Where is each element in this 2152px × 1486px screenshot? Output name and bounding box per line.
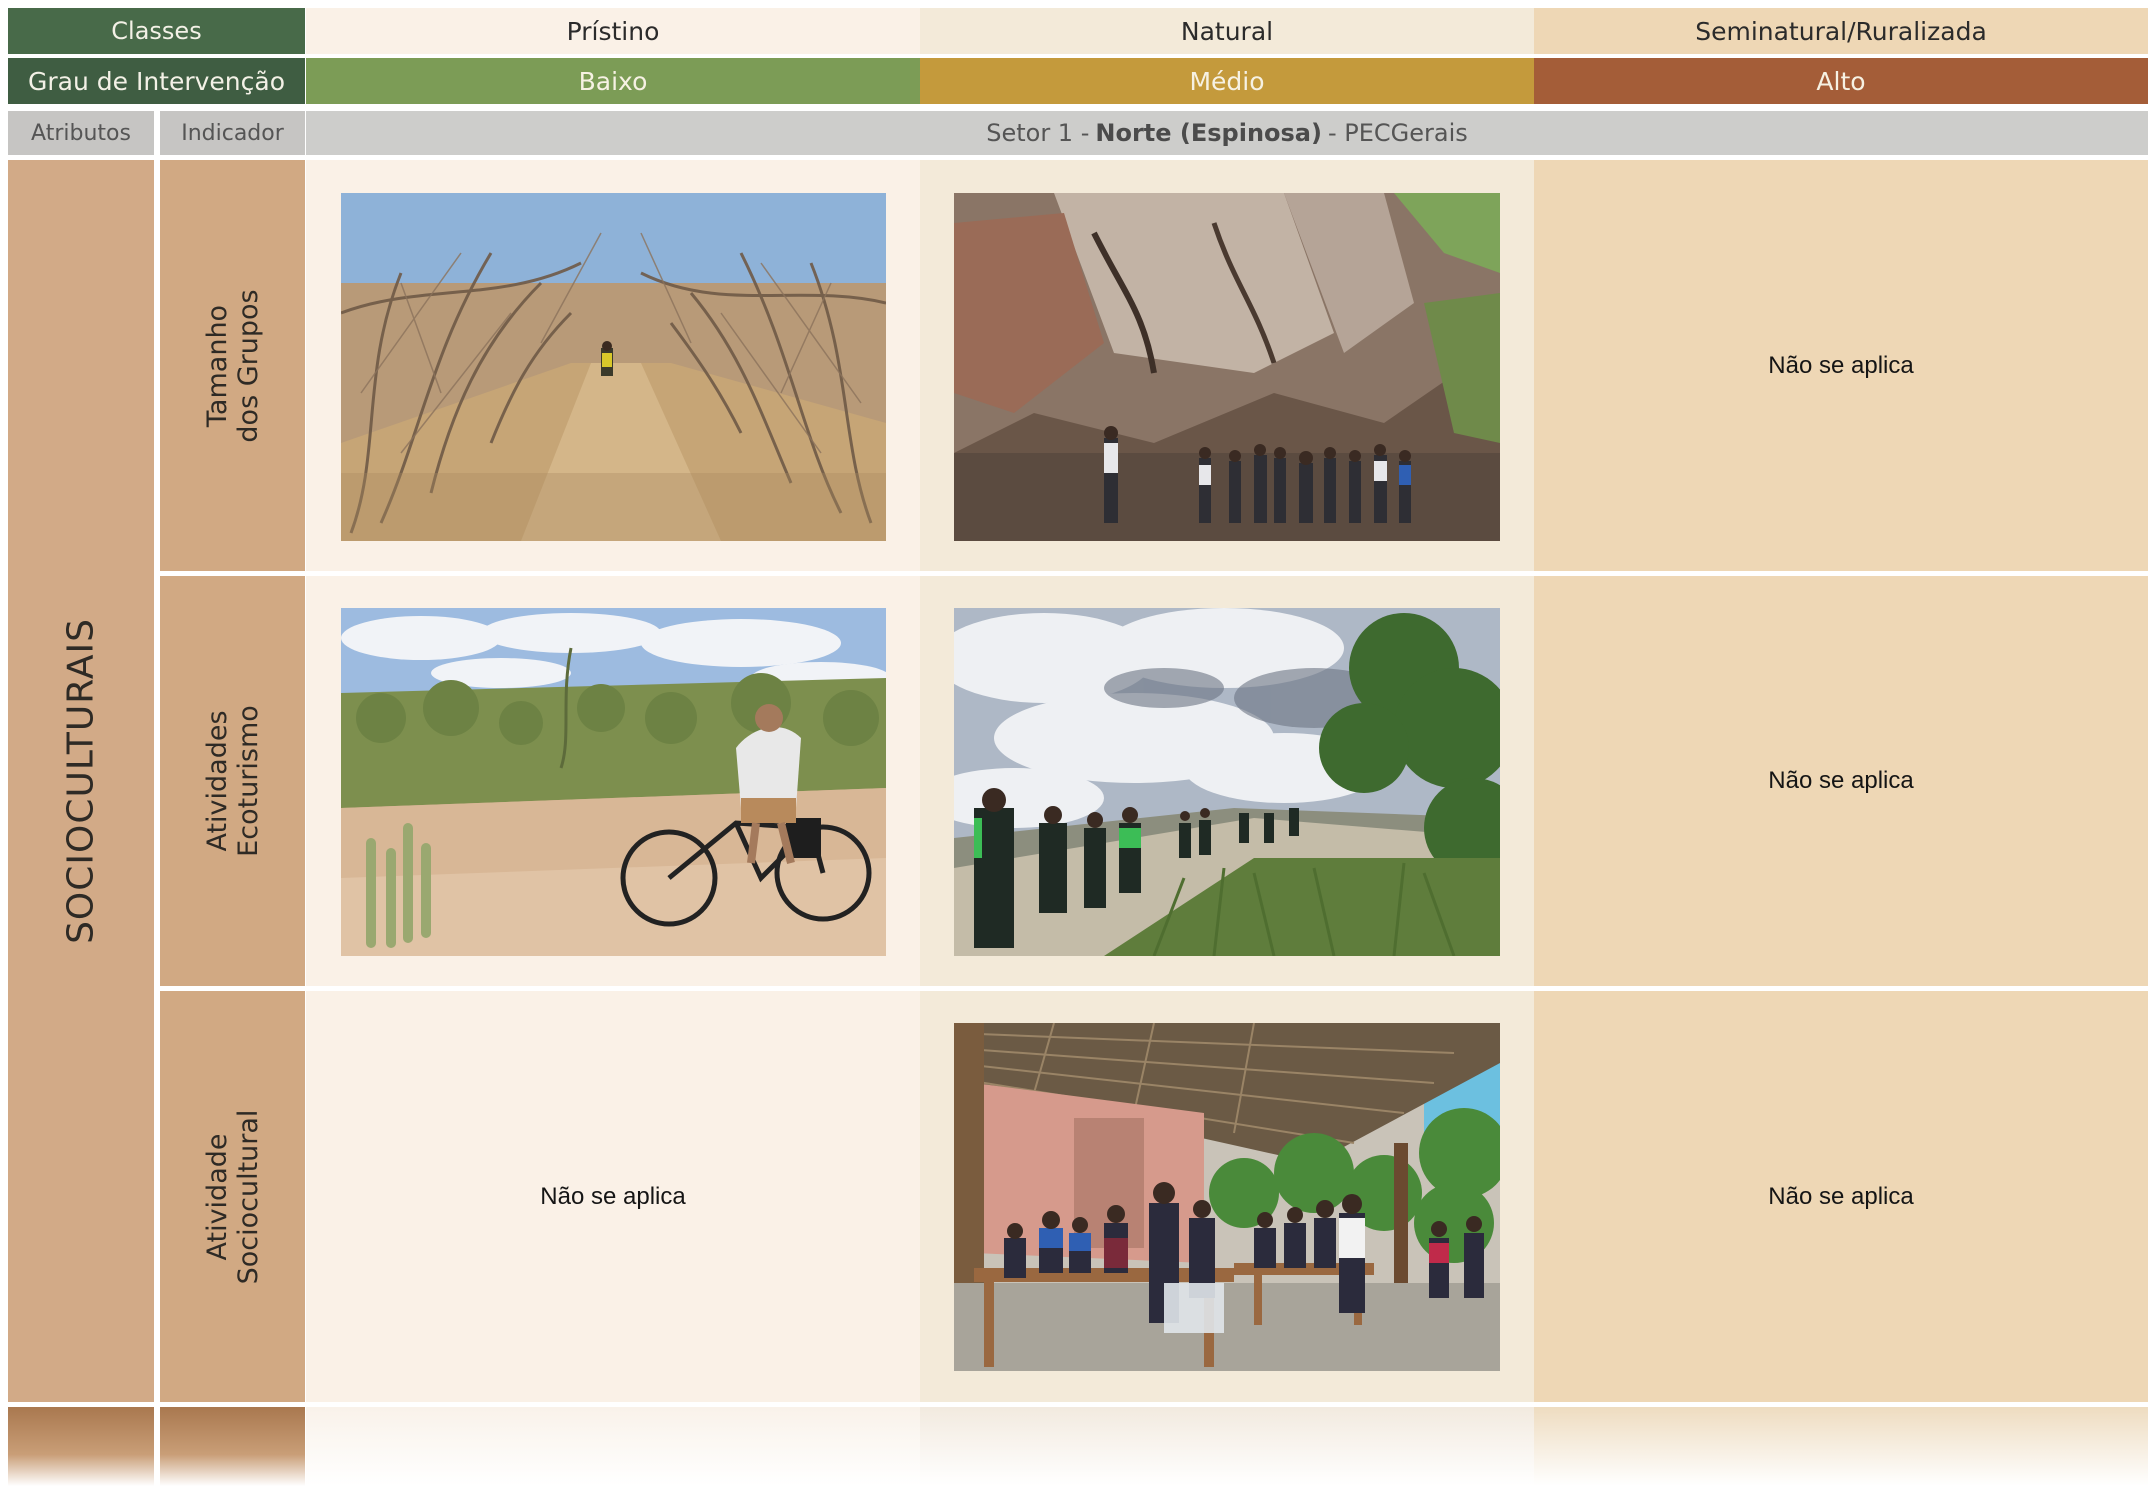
column-header-natural: Natural	[920, 8, 1534, 54]
cell-row3-pristino: Não se aplica	[306, 991, 920, 1402]
column-header-seminatural: Seminatural/Ruralizada	[1534, 8, 2148, 54]
classes-label: Classes	[111, 17, 202, 45]
sector-name: Norte (Espinosa)	[1095, 119, 1322, 147]
level-alto: Alto	[1534, 58, 2148, 104]
next-row-pristino-fade	[306, 1407, 920, 1486]
level-label: Baixo	[578, 66, 648, 96]
sector-title: Setor 1 - Norte (Espinosa) - PECGerais	[306, 111, 2148, 155]
indicador-header: Indicador	[160, 111, 305, 155]
sector-prefix: Setor 1 -	[986, 119, 1090, 147]
indicator-label: Atividades Ecoturismo	[201, 705, 264, 857]
attribute-label: SOCIOCULTURAIS	[60, 618, 102, 944]
not-applicable-text: Não se aplica	[1768, 767, 1914, 794]
next-row-natural-fade	[920, 1407, 1534, 1486]
column-name: Seminatural/Ruralizada	[1695, 16, 1987, 46]
indicator-label: Atividade Sociocultural	[201, 1109, 264, 1284]
classes-header: Classes	[8, 8, 305, 54]
indicator-cell-ecoturismo: Atividades Ecoturismo	[160, 576, 305, 986]
people-dining-under-thatched-porch-photo	[954, 1023, 1500, 1371]
column-header-pristino: Prístino	[306, 8, 920, 54]
cyclist-on-dirt-road-photo	[341, 608, 886, 956]
sector-suffix: - PECGerais	[1327, 119, 1468, 147]
group-under-rock-shelter-photo	[954, 193, 1500, 541]
cell-row1-seminatural: Não se aplica	[1534, 160, 2148, 571]
indicator-cell-sociocultural: Atividade Sociocultural	[160, 991, 305, 1402]
next-row-seminatural-fade	[1534, 1407, 2148, 1486]
column-name: Natural	[1180, 16, 1274, 46]
next-attribute-cell-fade	[8, 1407, 154, 1486]
not-applicable-text: Não se aplica	[1768, 351, 1914, 379]
hiker-on-dry-forest-trail-photo	[341, 193, 886, 541]
next-indicator-cell-fade	[160, 1407, 305, 1486]
indicator-label: Tamanho dos Grupos	[201, 288, 264, 443]
level-baixo: Baixo	[306, 58, 920, 104]
not-applicable-text: Não se aplica	[1768, 1182, 1914, 1210]
level-medio: Médio	[920, 58, 1534, 104]
level-label: Alto	[1816, 66, 1866, 96]
cell-row2-seminatural: Não se aplica	[1534, 576, 2148, 986]
not-applicable-text: Não se aplica	[540, 1182, 686, 1210]
atributos-label: Atributos	[31, 120, 131, 146]
level-label: Médio	[1189, 66, 1265, 96]
attribute-cell: SOCIOCULTURAIS	[8, 160, 154, 1402]
grau-label: Grau de Intervenção	[27, 66, 286, 96]
atributos-header: Atributos	[8, 111, 154, 155]
indicador-label: Indicador	[181, 120, 284, 146]
cell-row3-seminatural: Não se aplica	[1534, 991, 2148, 1402]
column-name: Prístino	[566, 16, 660, 46]
indicator-cell-tamanho: Tamanho dos Grupos	[160, 160, 305, 571]
grau-header: Grau de Intervenção	[8, 58, 305, 104]
group-hiking-on-rock-outcrop-photo	[954, 608, 1500, 956]
